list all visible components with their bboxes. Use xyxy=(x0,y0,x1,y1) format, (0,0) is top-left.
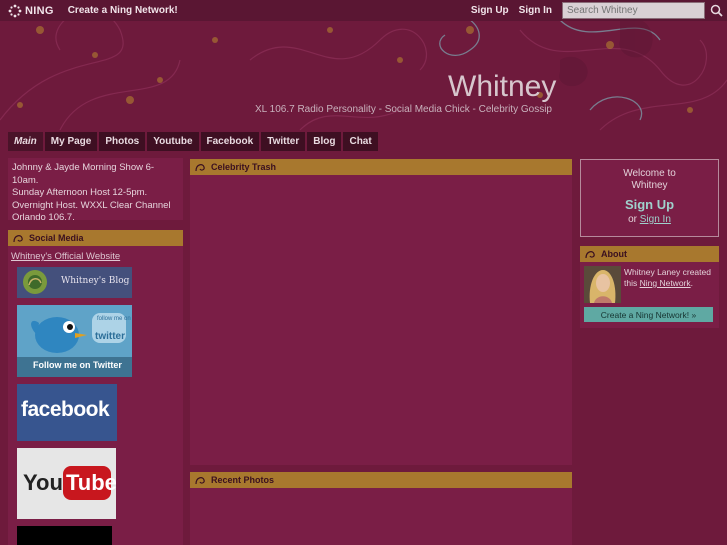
about-period: . xyxy=(690,278,694,288)
top-sign-in-link[interactable]: Sign In xyxy=(519,5,552,16)
tab-photos[interactable]: Photos xyxy=(99,132,146,151)
celebrity-trash-heading: Celebrity Trash xyxy=(211,162,277,172)
site-tagline: XL 106.7 Radio Personality - Social Medi… xyxy=(255,104,552,115)
tab-blog[interactable]: Blog xyxy=(307,132,342,151)
tab-my-page[interactable]: My Page xyxy=(44,132,98,151)
ning-logo-icon xyxy=(8,4,22,17)
main-nav-tabs: Main My Page Photos Youtube Facebook Twi… xyxy=(8,132,380,151)
about-header: About xyxy=(580,246,719,262)
twitter-badge-label: Follow me on Twitter xyxy=(33,360,122,370)
avatar[interactable] xyxy=(584,266,621,303)
tab-chat[interactable]: Chat xyxy=(343,132,378,151)
bio-line: Johnny & Jayde Morning Show 6-10am. xyxy=(12,162,155,186)
ning-logo[interactable]: NING xyxy=(8,4,54,18)
curl-ornament-icon xyxy=(195,164,205,172)
about-owner-name: Whitney Laney xyxy=(624,267,681,277)
top-sign-up-link[interactable]: Sign Up xyxy=(471,5,509,16)
facebook-badge-label: facebook xyxy=(21,398,110,421)
recent-photos-heading: Recent Photos xyxy=(211,475,275,485)
additional-badge[interactable] xyxy=(17,526,112,545)
recent-photos-body xyxy=(190,488,572,545)
blog-badge[interactable]: Whitney's Blog xyxy=(17,267,132,298)
tab-twitter[interactable]: Twitter xyxy=(261,132,306,151)
ning-top-bar: NING Create a Ning Network! Sign Up Sign… xyxy=(0,0,727,21)
welcome-sign-in-link[interactable]: Sign In xyxy=(640,214,671,225)
about-heading: About xyxy=(601,249,627,259)
about-ning-network-link[interactable]: Ning Network xyxy=(640,278,691,288)
welcome-or-text: or xyxy=(628,214,637,225)
create-ning-network-button[interactable]: Create a Ning Network! » xyxy=(584,307,713,322)
bio-line: Overnight Host. WXXL Clear Channel xyxy=(12,199,171,211)
curl-ornament-icon xyxy=(585,251,595,259)
search-input[interactable] xyxy=(562,2,705,19)
curl-ornament-icon xyxy=(13,235,23,243)
youtube-tube-text: Tube xyxy=(66,470,116,495)
welcome-to-text: Welcome to xyxy=(623,168,676,179)
ning-logo-text: NING xyxy=(25,4,54,17)
search-button[interactable] xyxy=(705,0,727,21)
site-title: Whitney xyxy=(448,70,557,103)
welcome-box: Welcome to Whitney Sign Up or Sign In xyxy=(580,159,719,237)
youtube-badge[interactable]: You Tube xyxy=(17,448,116,519)
youtube-you-text: You xyxy=(23,470,63,495)
create-ning-network-link[interactable]: Create a Ning Network! xyxy=(68,5,178,16)
twitter-follow-small: follow me on xyxy=(97,316,131,322)
welcome-network-name: Whitney xyxy=(631,180,668,191)
search-icon xyxy=(710,4,723,17)
curl-ornament-icon xyxy=(195,477,205,485)
celebrity-trash-header: Celebrity Trash xyxy=(190,159,572,175)
bio-line: Orlando 106.7. xyxy=(12,212,75,223)
twitter-badge[interactable]: follow me on twitter Follow me on Twitte… xyxy=(17,305,132,377)
tab-main[interactable]: Main xyxy=(8,132,43,151)
social-media-header: Social Media xyxy=(8,230,183,246)
official-website-link[interactable]: Whitney's Official Website xyxy=(11,251,120,262)
bio-text-box: Johnny & Jayde Morning Show 6-10am. Sund… xyxy=(8,158,183,223)
facebook-badge[interactable]: facebook xyxy=(17,384,117,441)
tab-youtube[interactable]: Youtube xyxy=(147,132,199,151)
avatar-photo xyxy=(584,266,621,303)
social-media-heading: Social Media xyxy=(29,233,84,243)
twitter-wordmark: twitter xyxy=(95,331,125,342)
tab-facebook[interactable]: Facebook xyxy=(200,132,260,151)
welcome-sign-up-link[interactable]: Sign Up xyxy=(581,197,718,212)
recent-photos-header: Recent Photos xyxy=(190,472,572,488)
bio-line: Sunday Afternoon Host 12-5pm. xyxy=(12,187,148,198)
celebrity-trash-body xyxy=(190,175,572,465)
about-text: Whitney Laney created this Ning Network. xyxy=(624,267,718,289)
blog-badge-label: Whitney's Blog xyxy=(61,276,130,286)
